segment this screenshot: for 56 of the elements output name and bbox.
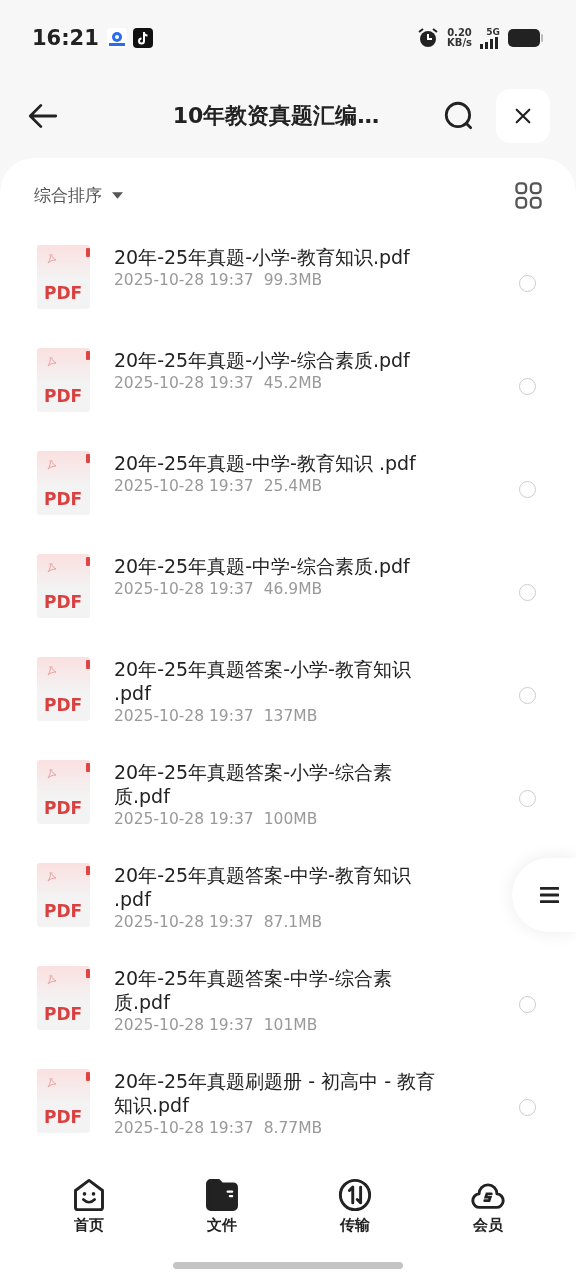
nav-tab[interactable]: 会员 [469, 1177, 506, 1235]
file-name[interactable]: 20年-25年真题答案-中学-综合素质.pdf [114, 966, 440, 1014]
pdf-file-icon: PDF [37, 863, 90, 927]
battery-icon [508, 28, 544, 48]
app-icon [106, 28, 127, 48]
clock-time: 16:21 [32, 26, 99, 50]
file-size: 100MB [263, 810, 318, 828]
app-icon [132, 28, 153, 48]
pdf-file-icon: PDF [37, 1069, 90, 1133]
file-date: 2025-10-28 19:37 [114, 271, 254, 289]
pdf-file-icon: PDF [37, 451, 90, 515]
speed-unit: KB/s [447, 38, 472, 48]
nav-tab[interactable]: 文件 [203, 1177, 240, 1235]
file-date: 2025-10-28 19:37 [114, 374, 254, 392]
file-size: 25.4MB [263, 477, 323, 495]
file-name[interactable]: 20年-25年真题-中学-教育知识 .pdf [114, 451, 440, 475]
menu-icon [540, 886, 559, 904]
file-name[interactable]: 20年-25年真题答案-小学-综合素质.pdf [114, 760, 440, 808]
pdf-file-icon: PDF [37, 245, 90, 309]
grid-view-icon[interactable] [515, 181, 542, 209]
file-date: 2025-10-28 19:37 [114, 1016, 254, 1034]
file-date: 2025-10-28 19:37 [114, 580, 254, 598]
file-name[interactable]: 20年-25年真题答案-中学-教育知识 .pdf [114, 863, 440, 911]
nav-tab[interactable]: 首页 [70, 1177, 107, 1235]
file-date: 2025-10-28 19:37 [114, 810, 254, 828]
file-name[interactable]: 20年-25年真题-小学-教育知识.pdf [114, 245, 440, 269]
pdf-file-icon: PDF [37, 554, 90, 618]
file-date: 2025-10-28 19:37 [114, 477, 254, 495]
alarm-icon [417, 27, 439, 49]
signal-icon [480, 36, 500, 49]
file-date: 2025-10-28 19:37 [114, 1119, 254, 1137]
pdf-file-icon: PDF [37, 760, 90, 824]
close-button[interactable] [496, 89, 550, 143]
pdf-file-icon: PDF [37, 348, 90, 412]
file-size: 87.1MB [263, 913, 323, 931]
file-size: 46.9MB [263, 580, 323, 598]
file-size: 8.77MB [263, 1119, 323, 1137]
pdf-file-icon: PDF [37, 966, 90, 1030]
file-name[interactable]: 20年-25年真题刷题册 - 初高中 - 教育知识.pdf [114, 1069, 440, 1117]
file-date: 2025-10-28 19:37 [114, 913, 254, 931]
pdf-file-icon: PDF [37, 657, 90, 721]
file-size: 137MB [263, 707, 318, 725]
sort-dropdown[interactable]: 综合排序 [34, 183, 123, 207]
file-size: 45.2MB [263, 374, 323, 392]
file-size: 99.3MB [263, 271, 323, 289]
network-speed: 0.20 [447, 28, 472, 38]
file-name[interactable]: 20年-25年真题-小学-综合素质.pdf [114, 348, 440, 372]
caret-icon [112, 191, 123, 199]
close-icon [514, 107, 532, 125]
network-type: 5G [486, 27, 500, 37]
nav-tab[interactable]: 传输 [336, 1177, 373, 1235]
file-name[interactable]: 20年-25年真题答案-小学-教育知识 .pdf [114, 657, 440, 705]
file-size: 101MB [263, 1016, 318, 1034]
file-name[interactable]: 20年-25年真题-中学-综合素质.pdf [114, 554, 440, 578]
page-title: 10年教资真题汇编… [171, 102, 381, 130]
file-date: 2025-10-28 19:37 [114, 707, 254, 725]
